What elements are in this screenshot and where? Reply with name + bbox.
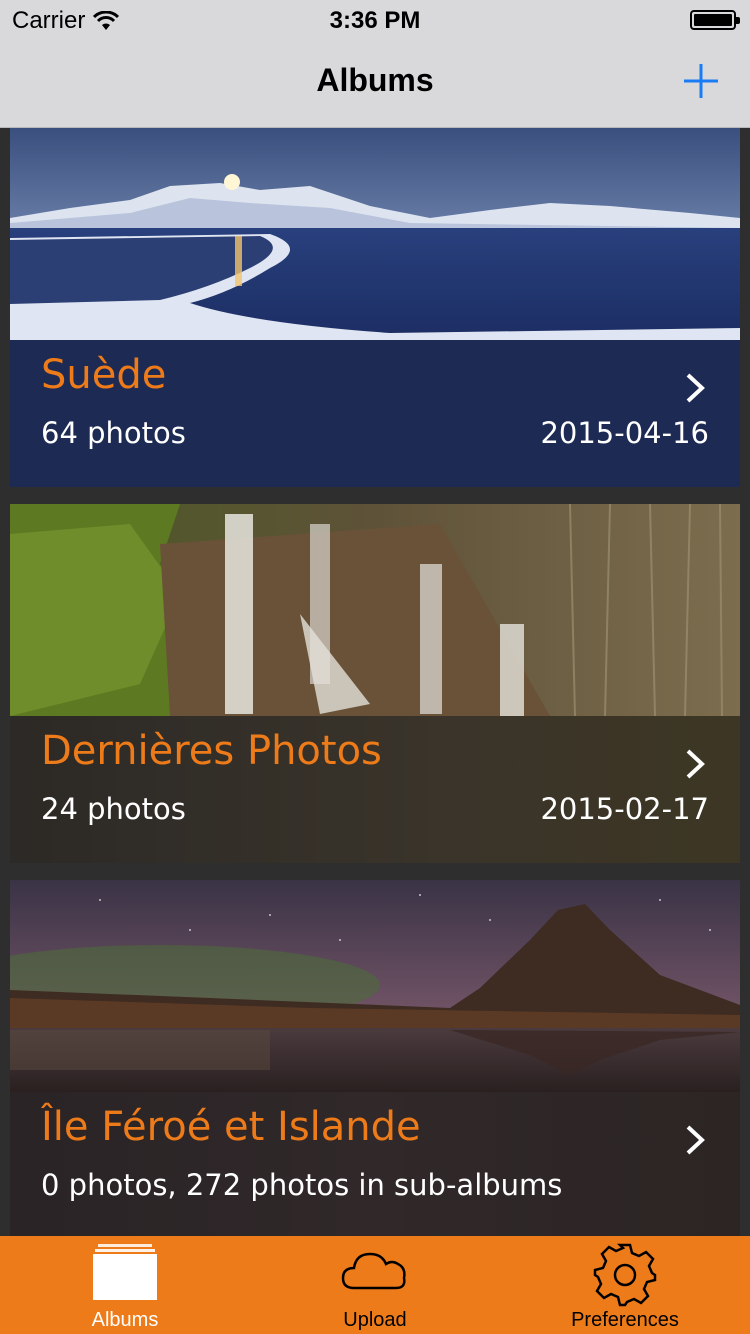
album-list[interactable]: Suède 64 photos 2015-04-16 Dernières Pho… (0, 128, 750, 1236)
chevron-right-icon (686, 373, 705, 403)
album-info: Île Féroé et Islande 0 photos, 272 photo… (10, 1092, 740, 1236)
album-title: Île Féroé et Islande (41, 1104, 421, 1150)
album-info: Suède 64 photos 2015-04-16 (10, 340, 740, 487)
album-photo-count: 24 photos (41, 792, 186, 826)
status-bar: Carrier 3:36 PM (0, 0, 750, 40)
tab-label: Upload (343, 1309, 407, 1331)
tab-preferences[interactable]: Preferences (500, 1236, 750, 1334)
album-title: Suède (41, 352, 167, 398)
album-cover-image (10, 128, 740, 340)
chevron-right-icon (686, 1125, 705, 1155)
album-cover-image (10, 504, 740, 716)
status-time: 3:36 PM (329, 7, 421, 34)
tab-upload[interactable]: Upload (250, 1236, 500, 1334)
battery-icon (690, 10, 740, 30)
album-date: 2015-02-17 (540, 792, 709, 826)
album-card-dernieres-photos[interactable]: Dernières Photos 24 photos 2015-02-17 (10, 504, 740, 864)
album-card-ile-feroe-islande[interactable]: Île Féroé et Islande 0 photos, 272 photo… (10, 880, 740, 1236)
tab-bar: Albums Upload Preferences (0, 1236, 750, 1334)
tab-albums[interactable]: Albums (0, 1236, 250, 1334)
chevron-right-icon (686, 749, 705, 779)
plus-icon[interactable] (682, 62, 720, 100)
album-photo-count: 0 photos, 272 photos in sub-albums (41, 1168, 563, 1202)
album-card-suede[interactable]: Suède 64 photos 2015-04-16 (10, 128, 740, 488)
page-title: Albums (316, 62, 434, 98)
album-info: Dernières Photos 24 photos 2015-02-17 (10, 716, 740, 863)
gear-icon (593, 1243, 657, 1307)
album-photo-count: 64 photos (41, 416, 186, 450)
tab-label: Preferences (571, 1309, 679, 1331)
top-bar: Carrier 3:36 PM Albums (0, 0, 750, 128)
tab-label: Albums (91, 1309, 159, 1331)
cloud-icon (341, 1252, 406, 1290)
albums-icon (93, 1244, 157, 1300)
album-cover-image (10, 880, 740, 1092)
album-title: Dernières Photos (41, 728, 382, 774)
album-date: 2015-04-16 (540, 416, 709, 450)
